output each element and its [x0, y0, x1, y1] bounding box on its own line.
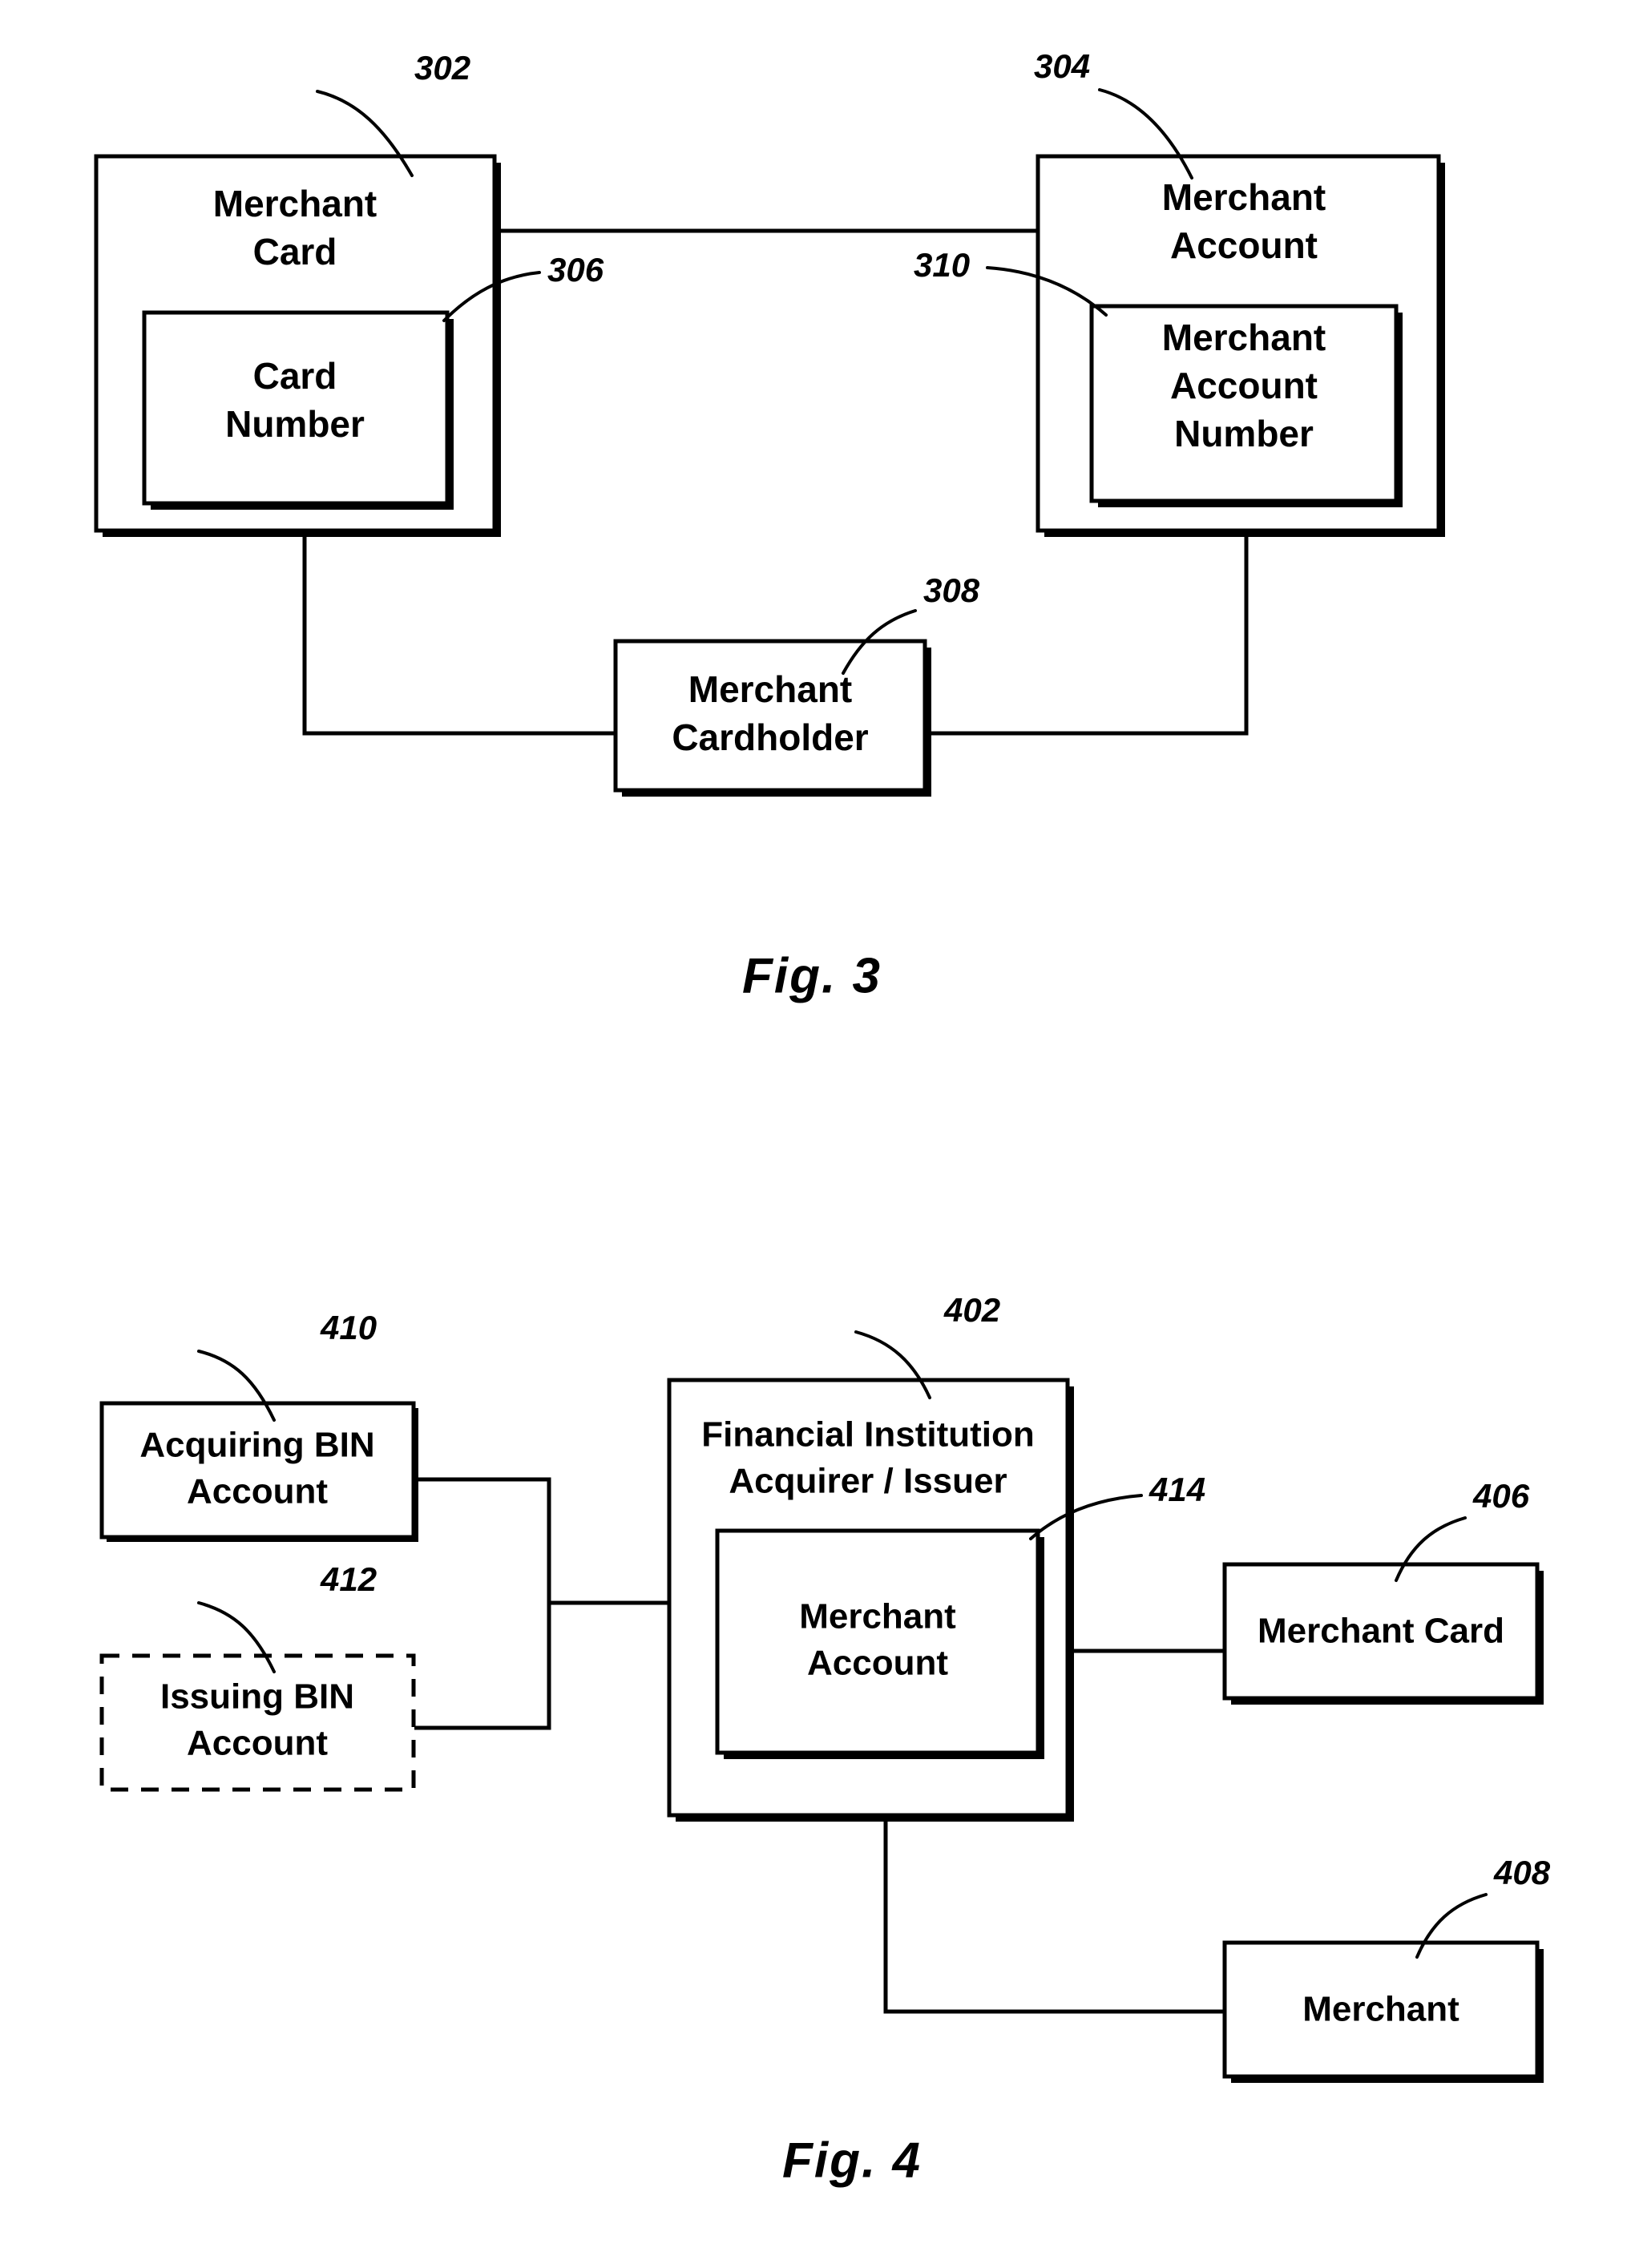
patent-figures-svg: 302 306 304 310 308 Merchant Card Card N… [94, 47, 1551, 2188]
merchant-account-number-label-line2: Account [1170, 365, 1318, 406]
connector-issuing-bin-bus [414, 1603, 551, 1730]
fig4-merchant-card-label: Merchant Card [1258, 1612, 1504, 1651]
acquiring-bin-account-label-line1: Acquiring BIN [139, 1426, 374, 1465]
ref-402: 402 [943, 1291, 1000, 1329]
ref-302: 302 [414, 49, 470, 87]
figure-4-caption: Fig. 4 [782, 2133, 922, 2188]
connector-cardnumber-to-cardholder [302, 505, 616, 736]
issuing-bin-account-label-line1: Issuing BIN [160, 1677, 354, 1717]
merchant-label: Merchant [1302, 1990, 1459, 2029]
ref-308: 308 [923, 571, 980, 609]
figure-3-caption: Fig. 3 [742, 948, 882, 1003]
fig4-merchant-account-label-line2: Account [807, 1644, 948, 1683]
figure-3-group: 302 306 304 310 308 Merchant Card Card N… [94, 47, 1445, 1003]
acquiring-bin-account-label-line2: Account [187, 1472, 328, 1511]
financial-institution-label-line2: Acquirer / Issuer [729, 1462, 1007, 1501]
ref-410: 410 [320, 1309, 377, 1346]
merchant-account-label-line2: Account [1170, 224, 1318, 266]
ref-304: 304 [1034, 47, 1090, 85]
merchant-account-number-label-line1: Merchant [1162, 317, 1326, 358]
ref-310: 310 [914, 246, 970, 284]
merchant-card-label-line2: Card [253, 231, 337, 272]
connector-acquiring-bin-bus [414, 1477, 551, 1603]
issuing-bin-account-box [99, 1653, 416, 1792]
ref-406: 406 [1472, 1477, 1530, 1515]
issuing-bin-account-label-line2: Account [187, 1724, 328, 1763]
patent-drawing-sheet: 302 306 304 310 308 Merchant Card Card N… [0, 0, 1627, 2268]
acquiring-bin-account-box [99, 1401, 416, 1540]
ref-414: 414 [1149, 1471, 1205, 1508]
figure-4-group: 410 412 402 414 406 408 Acquiring BIN Ac… [99, 1291, 1551, 2188]
merchant-cardholder-label-line1: Merchant [688, 668, 852, 710]
fig4-merchant-account-box [715, 1528, 1040, 1755]
fig4-merchant-account-label-line1: Merchant [799, 1597, 956, 1636]
card-number-label-line1: Card [253, 355, 337, 397]
ref-306: 306 [547, 251, 604, 289]
merchant-account-number-label-line3: Number [1174, 413, 1314, 454]
merchant-card-label-line1: Merchant [213, 183, 377, 224]
merchant-account-label-line1: Merchant [1162, 176, 1326, 218]
ref-408: 408 [1493, 1854, 1551, 1891]
merchant-cardholder-box [613, 639, 927, 793]
connector-accountnumber-to-cardholder [931, 505, 1249, 736]
financial-institution-label-line1: Financial Institution [701, 1415, 1035, 1455]
ref-412: 412 [320, 1560, 377, 1598]
merchant-cardholder-label-line2: Cardholder [672, 716, 868, 758]
card-number-label-line2: Number [225, 403, 365, 445]
